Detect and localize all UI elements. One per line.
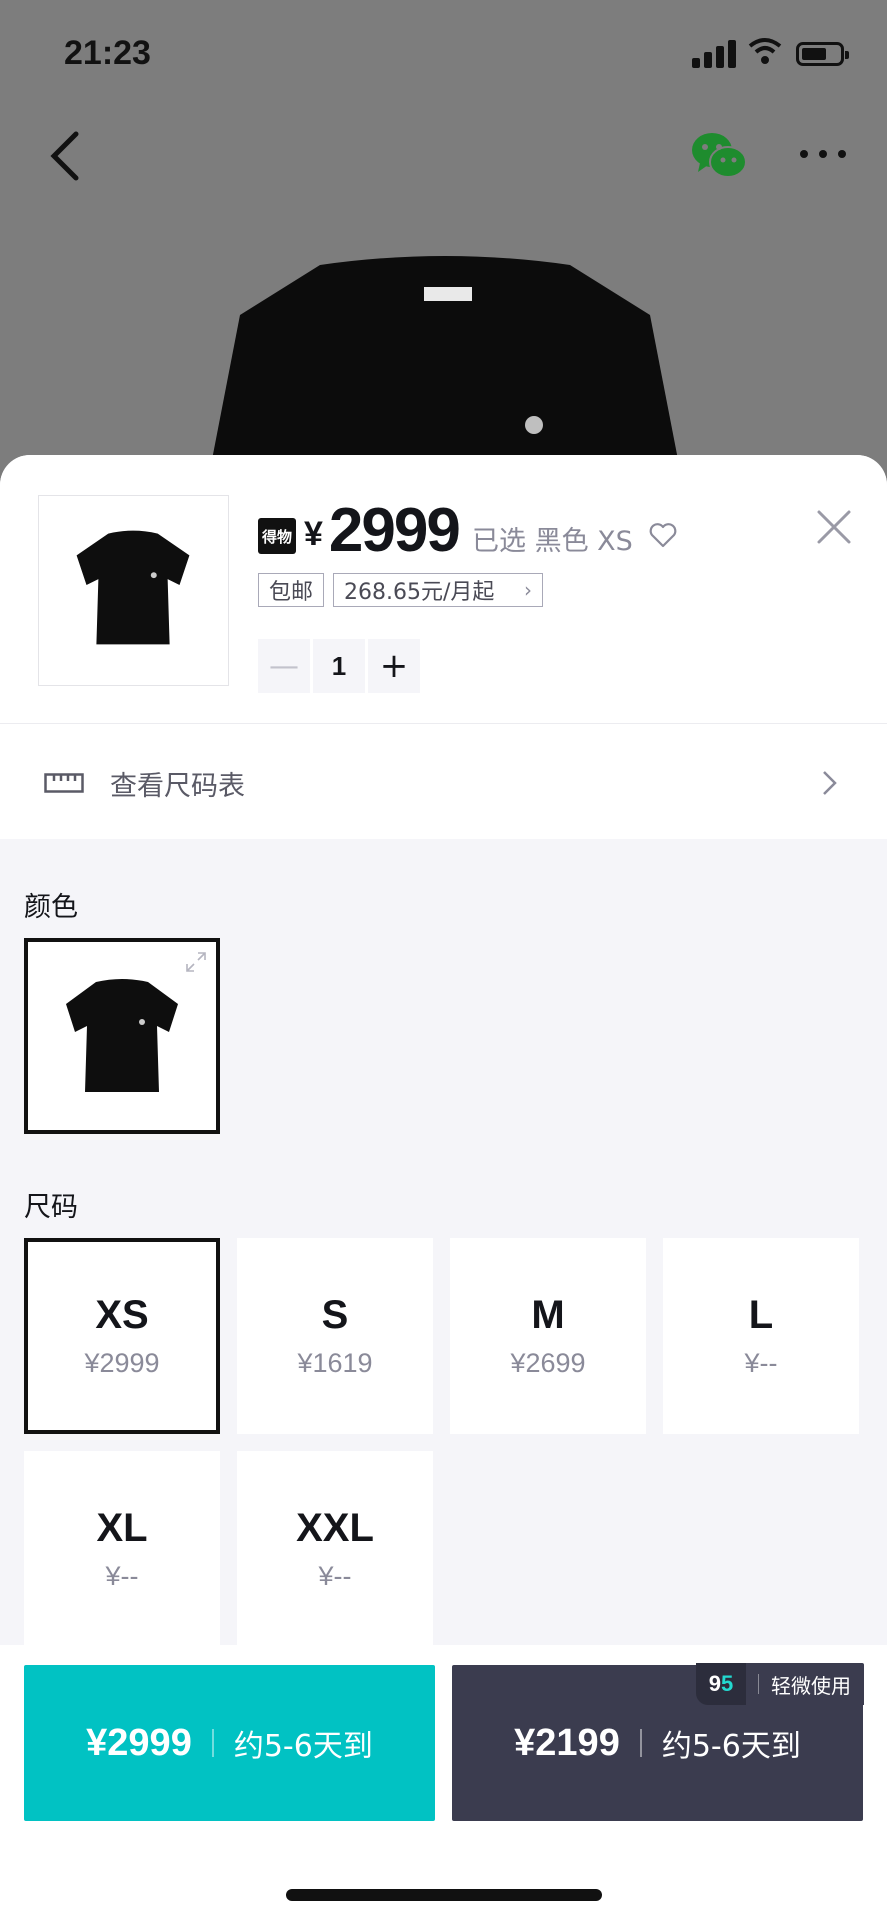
size-option-xs[interactable]: XS ¥2999 [24, 1238, 220, 1434]
color-option-black[interactable] [24, 938, 220, 1134]
used-condition-badge: 95 轻微使用 [696, 1663, 864, 1705]
decrement-button[interactable]: — [258, 639, 310, 693]
divider [211, 1729, 214, 1757]
buy-bar: ¥2999 约5-6天到 ¥2199 约5-6天到 95 轻微使用 [0, 1645, 887, 1920]
chevron-right-icon [823, 771, 837, 795]
size-option-xl[interactable]: XL ¥-- [24, 1451, 220, 1647]
sheet-header: 得物 ¥2999 已选 黑色 XS 包邮 268.65元/月起 › — 1 + [0, 455, 887, 723]
divider [639, 1729, 642, 1757]
size-price: ¥2999 [84, 1348, 160, 1378]
close-icon[interactable] [816, 509, 852, 545]
buy-new-button[interactable]: ¥2999 约5-6天到 [24, 1665, 435, 1821]
heart-icon[interactable] [648, 521, 678, 549]
home-indicator[interactable] [286, 1889, 602, 1901]
size-name: XXL [296, 1506, 374, 1550]
wifi-icon [748, 38, 782, 64]
wechat-share-icon[interactable] [690, 130, 748, 180]
size-option-xxl[interactable]: XXL ¥-- [237, 1451, 433, 1647]
signal-icon [692, 40, 736, 68]
status-bar: 21:23 [0, 0, 887, 100]
quantity-stepper: — 1 + [258, 639, 420, 693]
buy-used-delivery: 约5-6天到 [661, 1729, 801, 1764]
size-price: ¥-- [105, 1561, 139, 1591]
back-arrow-icon[interactable] [46, 128, 86, 184]
size-name: XL [96, 1506, 148, 1550]
size-name: L [748, 1293, 774, 1337]
installment-label: 268.65元/月起 [344, 580, 495, 605]
quantity-value: 1 [313, 639, 365, 693]
used-condition-label: 轻微使用 [771, 1673, 851, 1698]
size-option-m[interactable]: M ¥2699 [450, 1238, 646, 1434]
size-name: XS [95, 1293, 149, 1337]
product-price: ¥2999 [304, 496, 461, 565]
ruler-icon [44, 773, 84, 793]
size-chart-label: 查看尺码表 [110, 771, 245, 802]
size-price: ¥2699 [510, 1348, 586, 1378]
size-section-title: 尺码 [24, 1192, 78, 1223]
size-price: ¥-- [318, 1561, 352, 1591]
more-menu-icon[interactable] [800, 150, 846, 160]
size-option-s[interactable]: S ¥1619 [237, 1238, 433, 1434]
size-price: ¥1619 [297, 1348, 373, 1378]
buy-new-delivery: 约5-6天到 [233, 1729, 373, 1764]
size-name: M [531, 1293, 565, 1337]
selected-variant-text: 已选 黑色 XS [472, 526, 633, 557]
expand-icon[interactable] [184, 950, 208, 974]
chevron-right-icon: › [524, 578, 532, 602]
buy-used-price: ¥2199 [514, 1721, 620, 1764]
color-section-title: 颜色 [24, 892, 78, 923]
size-name: S [321, 1293, 349, 1337]
free-shipping-tag: 包邮 [258, 573, 325, 607]
product-hero-image [210, 256, 680, 470]
size-chart-row[interactable]: 查看尺码表 [0, 724, 887, 839]
brand-badge: 得物 [258, 518, 296, 554]
status-time: 21:23 [64, 34, 151, 72]
increment-button[interactable]: + [368, 639, 420, 693]
buy-new-price: ¥2999 [86, 1721, 192, 1764]
battery-icon [796, 42, 849, 66]
size-price: ¥-- [744, 1348, 778, 1378]
installment-tag[interactable]: 268.65元/月起 › [333, 573, 543, 607]
95-logo-icon: 95 [696, 1663, 746, 1705]
product-thumbnail [38, 495, 229, 686]
size-option-l[interactable]: L ¥-- [663, 1238, 859, 1434]
